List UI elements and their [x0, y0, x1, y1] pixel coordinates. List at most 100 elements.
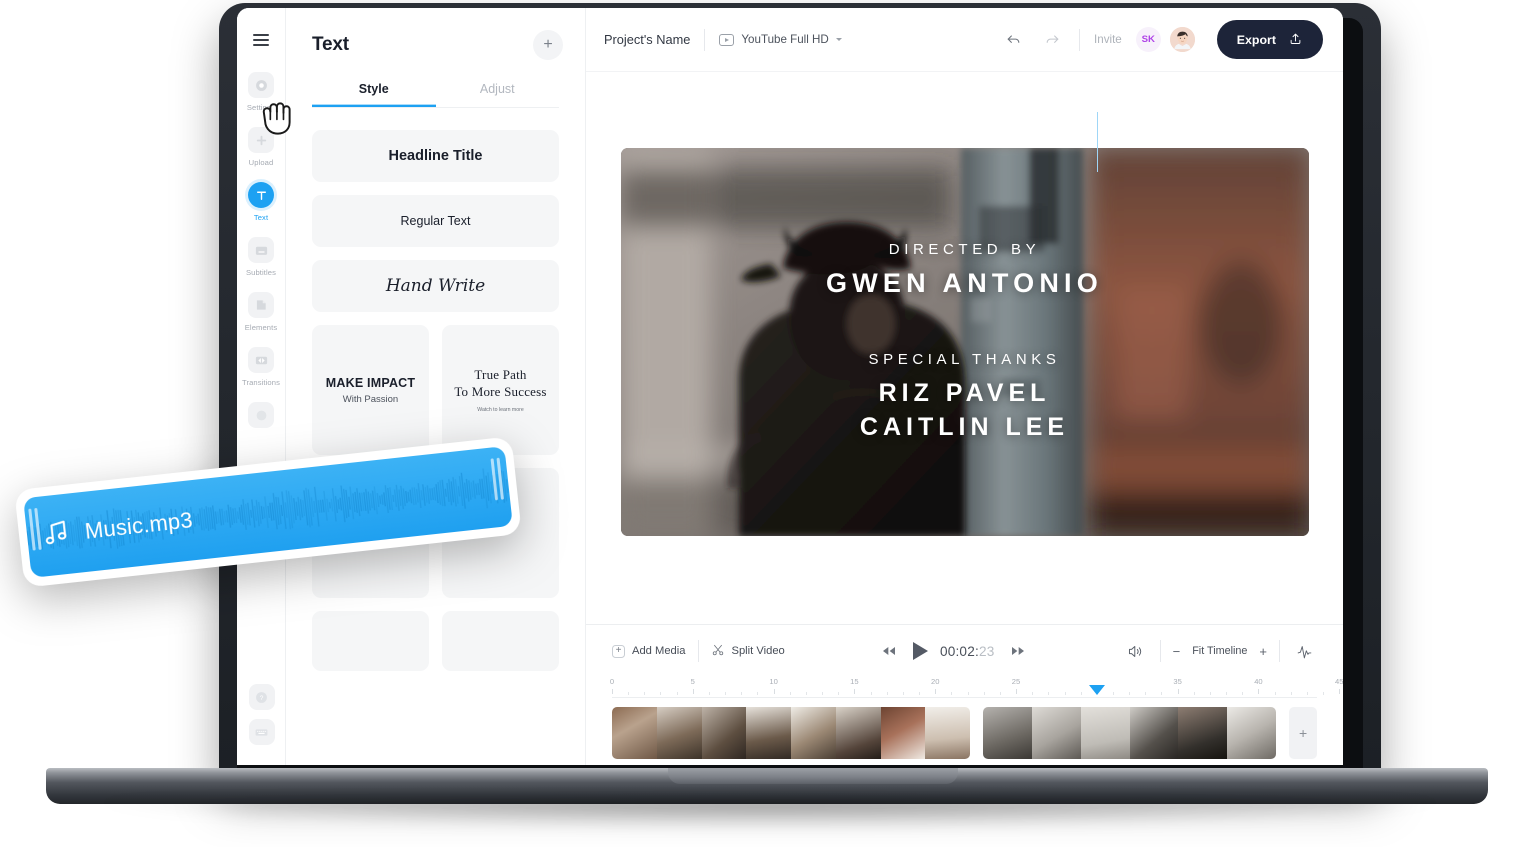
credit-line: DIRECTED BY	[888, 240, 1041, 258]
ruler-tick-minor	[999, 692, 1001, 695]
screenshot-stage: Settings Upload Text Subtitles Elements …	[0, 0, 1536, 847]
ruler-tick-minor	[1242, 692, 1244, 695]
split-video-button[interactable]: Split Video	[711, 643, 785, 660]
ruler-tick-minor	[757, 692, 759, 695]
audio-waveform-icon[interactable]	[1292, 639, 1317, 664]
ruler-tick-minor	[1193, 692, 1195, 695]
hamburger-menu-icon[interactable]	[253, 34, 269, 46]
app-screen: Settings Upload Text Subtitles Elements …	[237, 8, 1343, 765]
svg-text:?: ?	[260, 694, 264, 701]
plus-icon: +	[612, 644, 625, 658]
zoom-in-button[interactable]: +	[1259, 645, 1267, 658]
ruler-tick-minor	[1161, 692, 1163, 695]
timecode-main: 00:02:	[939, 643, 979, 659]
redo-arrow-icon[interactable]	[1040, 27, 1065, 52]
undo-arrow-icon[interactable]	[1001, 27, 1026, 52]
ruler-tick-major	[1258, 689, 1260, 694]
timeline-controls: + Add Media Split Video 00:02:23 − Fit T…	[586, 625, 1343, 677]
divider	[1079, 28, 1081, 51]
rail-item-text[interactable]: Text	[237, 182, 286, 222]
timeline-tracks: +	[612, 707, 1317, 759]
ruler-label: 45	[1335, 677, 1343, 686]
preset-selector[interactable]: YouTube Full HD	[719, 33, 842, 46]
grabbing-hand-cursor	[256, 92, 300, 138]
fit-timeline-label[interactable]: Fit Timeline	[1192, 645, 1247, 657]
video-clip-1[interactable]	[612, 707, 971, 759]
ruler-tick-minor	[919, 692, 921, 695]
text-t-icon	[248, 182, 274, 208]
ruler-tick-minor	[838, 692, 840, 695]
audio-clip-label: Music.mp3	[36, 471, 198, 585]
scissors-icon	[711, 643, 725, 660]
ruler-tick-major	[1177, 689, 1179, 694]
transitions-icon	[248, 347, 274, 373]
credits-overlay: DIRECTED BY GWEN ANTONIO SPECIAL THANKS …	[621, 148, 1309, 536]
tile-line-3: Watch to learn more	[477, 407, 524, 414]
ruler-label: 10	[769, 677, 778, 686]
credit-line: RIZ PAVEL	[878, 378, 1051, 407]
main-area: Project's Name YouTube Full HD Invite SK…	[586, 8, 1343, 765]
rail-item-subtitles[interactable]: Subtitles	[237, 237, 286, 277]
timeline-ruler[interactable]: 05101520253540455060	[610, 677, 1343, 697]
ruler-tick-minor	[967, 692, 969, 695]
style-tile-blank-c[interactable]	[442, 611, 559, 671]
divider	[1279, 640, 1280, 662]
audio-filename: Music.mp3	[83, 507, 194, 544]
keyboard-icon[interactable]	[248, 719, 275, 745]
project-name[interactable]: Project's Name	[604, 32, 690, 47]
add-media-button[interactable]: + Add Media	[612, 644, 686, 658]
chevron-down-icon	[835, 38, 842, 41]
add-track-button[interactable]: +	[1289, 707, 1317, 759]
ruler-tick-minor	[1064, 692, 1066, 695]
rewind-icon[interactable]	[877, 639, 901, 663]
ruler-tick-minor	[660, 692, 662, 695]
add-text-button[interactable]: +	[533, 30, 563, 60]
volume-speaker-icon[interactable]	[1123, 639, 1148, 664]
ruler-tick-minor	[1145, 692, 1147, 695]
elements-icon	[248, 292, 274, 318]
divider	[704, 28, 706, 51]
ruler-label: 40	[1254, 677, 1263, 686]
ruler-tick-minor	[1129, 692, 1131, 695]
ruler-tick-minor	[1290, 692, 1292, 695]
style-card-handwrite[interactable]: Hand Write	[312, 260, 559, 312]
more-circle-icon	[248, 402, 274, 428]
timeline: + Add Media Split Video 00:02:23 − Fit T…	[586, 624, 1343, 765]
play-icon[interactable]	[912, 642, 928, 660]
playhead-line	[1096, 112, 1098, 172]
style-card-regular[interactable]: Regular Text	[312, 195, 559, 247]
ruler-tick-minor	[886, 692, 888, 695]
rail-label: Transitions	[242, 378, 280, 387]
fast-forward-icon[interactable]	[1006, 639, 1030, 663]
video-clip-2[interactable]	[983, 707, 1277, 759]
credit-line: GWEN ANTONIO	[826, 267, 1103, 298]
invite-button[interactable]: Invite	[1094, 33, 1122, 46]
style-tile-blank-b[interactable]	[312, 611, 429, 671]
rail-item-extra[interactable]	[237, 402, 286, 433]
help-question-icon[interactable]: ?	[248, 684, 275, 710]
style-card-headline[interactable]: Headline Title	[312, 130, 559, 182]
tab-style[interactable]: Style	[312, 82, 436, 107]
ruler-tick-minor	[789, 692, 791, 695]
ruler-tick-minor	[983, 692, 985, 695]
ruler-label: 5	[690, 677, 695, 686]
ruler-tick-minor	[902, 692, 904, 695]
user-initials-badge[interactable]: SK	[1135, 27, 1161, 52]
zoom-out-button[interactable]: −	[1173, 645, 1181, 658]
video-preset-icon	[719, 33, 735, 46]
ruler-tick-major	[692, 689, 694, 694]
rail-item-elements[interactable]: Elements	[237, 292, 286, 332]
export-button[interactable]: Export	[1216, 20, 1323, 59]
split-video-label: Split Video	[731, 645, 785, 657]
upload-share-icon	[1288, 31, 1303, 49]
style-tile-true-path[interactable]: True Path To More Success Watch to learn…	[442, 325, 559, 455]
timecode: 00:02:23	[940, 644, 995, 659]
tab-adjust[interactable]: Adjust	[436, 82, 560, 107]
avatar[interactable]	[1167, 25, 1197, 54]
ruler-label: 35	[1173, 677, 1182, 686]
style-tile-make-impact[interactable]: MAKE IMPACT With Passion	[312, 325, 429, 455]
top-toolbar: Project's Name YouTube Full HD Invite SK…	[586, 8, 1343, 72]
video-canvas[interactable]: DIRECTED BY GWEN ANTONIO SPECIAL THANKS …	[620, 148, 1309, 536]
rail-item-transitions[interactable]: Transitions	[237, 347, 286, 387]
ruler-label: 25	[1011, 677, 1021, 686]
